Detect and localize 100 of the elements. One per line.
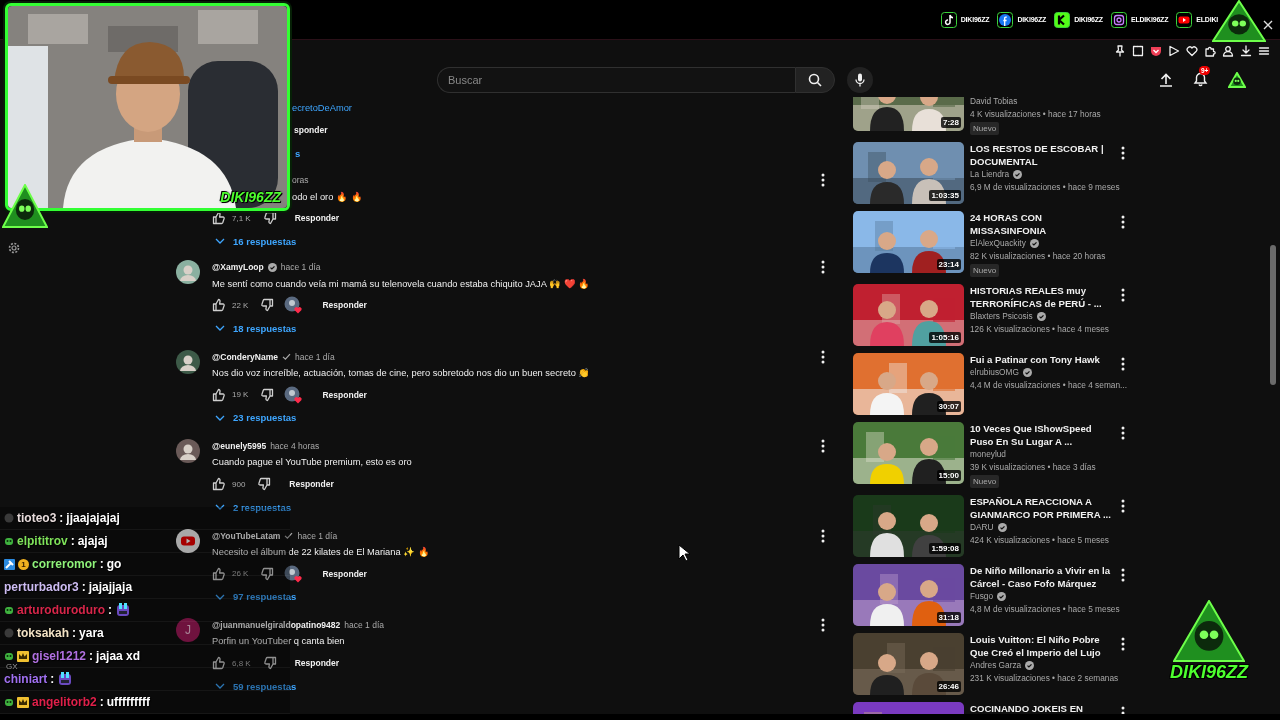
more-icon[interactable] bbox=[1121, 426, 1125, 440]
more-icon[interactable] bbox=[1121, 288, 1125, 302]
replies-toggle[interactable]: 59 respuestas bbox=[212, 678, 300, 694]
video-title[interactable]: 24 HORAS CON MISSASINFONIA bbox=[970, 211, 1116, 237]
more-icon[interactable] bbox=[821, 618, 825, 632]
reply-button[interactable]: Responder bbox=[282, 655, 352, 671]
avatar-icon[interactable] bbox=[176, 439, 200, 463]
more-icon[interactable] bbox=[821, 173, 825, 187]
chat-username[interactable]: toksakah bbox=[17, 626, 70, 640]
reply-button[interactable]: Responder bbox=[310, 386, 379, 403]
chat-username[interactable]: angelitorb2 bbox=[32, 695, 97, 709]
chat-username[interactable]: arturoduroduro bbox=[17, 603, 105, 617]
replies-toggle[interactable]: 97 respuestas bbox=[212, 589, 300, 604]
channel-name[interactable]: Blaxters Psicosis bbox=[970, 310, 1033, 323]
like-icon[interactable] bbox=[212, 387, 226, 402]
dislike-icon[interactable] bbox=[262, 656, 277, 670]
video-title[interactable]: 10 Veces Que IShowSpeed Puso En Su Lugar A ... bbox=[970, 422, 1116, 448]
dislike-icon[interactable] bbox=[260, 298, 275, 312]
author-name[interactable]: @XamyLoop bbox=[212, 262, 264, 272]
video-title[interactable]: Louis Vuitton: El Niño Pobre Que Creó el Imperio del Lujo bbox=[970, 633, 1116, 659]
more-icon[interactable] bbox=[1121, 357, 1125, 371]
note-icon[interactable] bbox=[940, 11, 957, 28]
channel-name[interactable]: La Liendra bbox=[970, 168, 1010, 181]
avatar-icon[interactable] bbox=[176, 349, 200, 374]
like-icon[interactable] bbox=[212, 477, 226, 491]
puzzle-icon[interactable] bbox=[1204, 45, 1216, 57]
more-icon[interactable] bbox=[1121, 568, 1125, 582]
video-title[interactable]: HISTORIAS REALES muy TERRORÍFICAS de PERÚ - ... bbox=[970, 284, 1116, 310]
settings-icon[interactable] bbox=[8, 242, 20, 254]
bell-icon[interactable] bbox=[1193, 72, 1208, 87]
video-title[interactable]: COCINANDO JOKEIS EN bbox=[970, 702, 1083, 714]
video-title[interactable]: Fui a Patinar con Tony Hawk bbox=[970, 353, 1100, 366]
channel-name[interactable]: elrubiusOMG bbox=[970, 366, 1019, 379]
replies-toggle[interactable]: 23 respuestas bbox=[212, 410, 300, 425]
dislike-icon[interactable] bbox=[260, 387, 275, 402]
chat-username[interactable]: perturbador3 bbox=[4, 580, 79, 594]
chat-username[interactable]: correromor bbox=[32, 557, 97, 571]
more-icon[interactable] bbox=[1121, 637, 1125, 651]
author-name[interactable]: @eunely5995 bbox=[212, 441, 267, 451]
download-icon[interactable] bbox=[1240, 45, 1252, 57]
more-icon[interactable] bbox=[1121, 215, 1125, 229]
chat-username[interactable]: gisel1212 bbox=[32, 649, 87, 663]
reply-button[interactable]: Responder bbox=[277, 476, 346, 492]
channel-name[interactable]: Andres Garza bbox=[970, 659, 1022, 672]
crop-icon[interactable] bbox=[1132, 45, 1144, 57]
avatar-letter[interactable]: J bbox=[176, 618, 200, 642]
pin-icon[interactable] bbox=[1114, 45, 1126, 57]
like-icon[interactable] bbox=[212, 656, 226, 670]
chat-username[interactable]: tioteo3 bbox=[17, 511, 57, 525]
replies-toggle[interactable]: 18 respuestas bbox=[212, 320, 300, 336]
more-icon[interactable] bbox=[821, 439, 825, 453]
like-icon[interactable] bbox=[212, 566, 226, 581]
more-icon[interactable] bbox=[1121, 499, 1125, 513]
search-field[interactable]: Buscar bbox=[437, 66, 795, 93]
channel-name[interactable]: Fusgo bbox=[970, 590, 994, 603]
more-icon[interactable] bbox=[821, 528, 825, 543]
more-icon[interactable] bbox=[821, 349, 825, 364]
like-icon[interactable] bbox=[212, 211, 226, 225]
stream-logo-text: DIKI96ZZ bbox=[1170, 662, 1248, 683]
more-icon[interactable] bbox=[821, 260, 825, 274]
author-name[interactable]: @ConderyName bbox=[212, 351, 278, 362]
author-name[interactable]: @juanmanuelgiraldopatino9482 bbox=[212, 620, 341, 630]
person-icon[interactable] bbox=[1222, 45, 1234, 57]
play-icon[interactable] bbox=[176, 528, 200, 553]
chat-username[interactable]: elpititrov bbox=[17, 534, 68, 548]
dislike-icon[interactable] bbox=[257, 477, 272, 491]
video-title[interactable]: ESPAÑOLA REACCIONA A GIANMARCO POR PRIMERA ... bbox=[970, 495, 1116, 521]
menu-icon[interactable] bbox=[1258, 45, 1270, 57]
video-title[interactable]: LOS RESTOS DE ESCOBAR | DOCUMENTAL bbox=[970, 142, 1116, 168]
author-name[interactable]: @YouTubeLatam bbox=[212, 530, 281, 541]
close-icon[interactable] bbox=[1263, 20, 1273, 30]
dislike-icon[interactable] bbox=[260, 566, 275, 581]
replies-toggle[interactable]: 2 respuestas bbox=[212, 499, 295, 515]
play-icon[interactable] bbox=[1176, 11, 1193, 28]
tile-icon[interactable] bbox=[1054, 11, 1071, 28]
channel-name[interactable]: DARU bbox=[970, 521, 994, 534]
camera-icon[interactable] bbox=[1110, 11, 1127, 28]
like-icon[interactable] bbox=[212, 298, 226, 312]
heart-icon[interactable] bbox=[1186, 45, 1198, 57]
microphone-button[interactable] bbox=[847, 66, 873, 93]
search-button[interactable] bbox=[795, 66, 835, 93]
replies-toggle[interactable]: s bbox=[292, 145, 304, 161]
channel-name[interactable]: moneylud bbox=[970, 448, 1006, 461]
avatar-icon[interactable] bbox=[176, 260, 200, 284]
reply-button[interactable]: Responder bbox=[310, 565, 379, 582]
channel-name[interactable]: ElAlexQuackity bbox=[970, 237, 1026, 250]
chat-username[interactable]: chiniart bbox=[4, 672, 48, 686]
disc-icon[interactable] bbox=[997, 11, 1014, 28]
chat-separator: : bbox=[89, 649, 94, 663]
upload-icon[interactable] bbox=[1159, 72, 1173, 87]
dislike-icon[interactable] bbox=[262, 211, 277, 225]
more-icon[interactable] bbox=[1121, 146, 1125, 160]
reply-button[interactable]: Responder bbox=[310, 297, 379, 313]
reply-button[interactable]: Responder bbox=[282, 210, 352, 226]
replies-toggle[interactable]: 16 respuestas bbox=[212, 233, 300, 249]
video-title[interactable]: De Niño Millonario a Vivir en la Cárcel - Caso Fofo Márquez bbox=[970, 564, 1116, 590]
reply-button[interactable]: sponder bbox=[294, 122, 328, 138]
channel-name[interactable]: David Tobias bbox=[970, 97, 1018, 108]
scrollbar-thumb[interactable] bbox=[1270, 245, 1276, 385]
mention-link[interactable]: ecretoDeAmor bbox=[292, 103, 352, 113]
